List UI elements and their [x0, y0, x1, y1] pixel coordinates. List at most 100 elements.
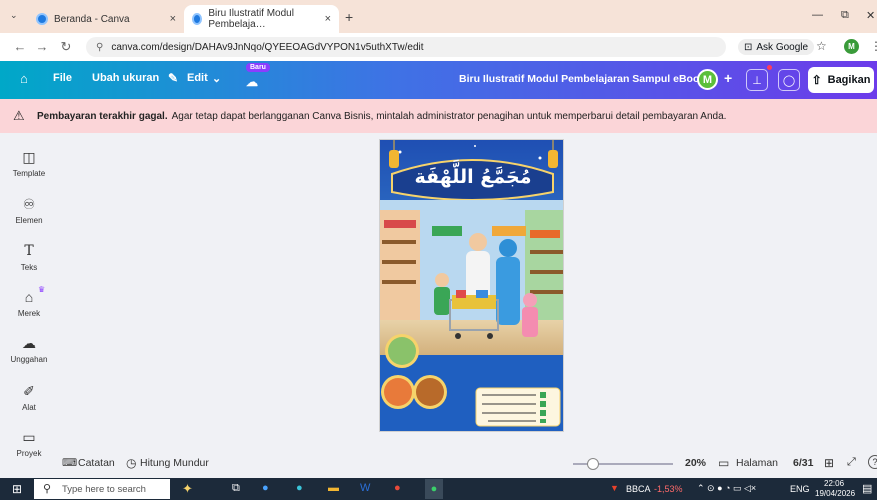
notification-dot [767, 65, 772, 70]
clock-date[interactable]: 19/04/2026 [815, 489, 855, 498]
word-icon[interactable]: W [360, 482, 370, 494]
notification-center-icon[interactable]: ▤ [862, 482, 872, 495]
stock-change: -1,53% [654, 484, 683, 494]
notes-button[interactable]: Catatan [78, 457, 115, 469]
template-icon: ◫ [22, 149, 36, 165]
file-menu[interactable]: File [53, 72, 72, 84]
new-tab-button[interactable]: + [345, 9, 353, 25]
chrome-icon[interactable]: ● [394, 482, 401, 494]
sparkle-icon[interactable]: ✦ [182, 481, 193, 497]
taskbar-search-placeholder: Type here to search [62, 483, 146, 495]
pages-button[interactable]: Halaman [736, 457, 778, 469]
sidebar-item-proyek[interactable]: ▭ Proyek [0, 427, 58, 458]
reload-icon[interactable]: ↻ [56, 39, 76, 55]
sidebar-item-label: Alat [22, 403, 36, 412]
system-tray-icons[interactable]: ⌃ ⊙ ● ◔ ▭ ◁× [697, 483, 756, 494]
zoom-level[interactable]: 20% [685, 457, 706, 469]
language-indicator[interactable]: ENG [790, 484, 810, 494]
resize-button[interactable]: Ubah ukuran [92, 72, 159, 84]
app-icon[interactable]: ● [262, 482, 269, 494]
left-sidebar: ◫ Template ♾ Elemen T Teks ⌂ ♛ Merek ☁ U… [0, 133, 58, 470]
edit-pencil-icon: ✎ [168, 71, 179, 85]
edit-menu[interactable]: Edit [187, 72, 208, 84]
edge-icon[interactable]: ● [296, 482, 303, 494]
share-icon: ⇧ [811, 73, 822, 87]
restore-button[interactable]: ⧉ [841, 9, 849, 22]
back-icon[interactable]: ← [10, 39, 30, 54]
add-collaborator-icon[interactable]: + [724, 70, 732, 86]
task-view-icon[interactable]: ⧉ [232, 482, 240, 495]
sidebar-item-elemen[interactable]: ♾ Elemen [0, 194, 58, 225]
crown-icon: ♛ [38, 285, 46, 294]
grid-view-icon[interactable]: ⊞ [824, 456, 834, 470]
tab-title: Biru Ilustratif Modul Pembelaja… [208, 8, 294, 30]
minimize-button[interactable]: — [812, 9, 823, 21]
search-icon: ⚲ [43, 483, 52, 495]
tab-search-icon[interactable]: ⌄ [10, 10, 18, 21]
close-window-button[interactable]: ✕ [866, 9, 875, 22]
canva-favicon-icon [36, 13, 48, 25]
sidebar-item-unggahan[interactable]: ☁ Unggahan [0, 333, 58, 364]
taskbar-search[interactable]: ⚲ Type here to search [34, 479, 170, 499]
close-tab-icon[interactable]: × [325, 13, 331, 25]
tab-beranda[interactable]: Beranda - Canva × [28, 5, 184, 33]
folder-icon: ▭ [22, 429, 36, 445]
profile-avatar[interactable]: M [844, 39, 859, 54]
poster-title: مُجَمَّعُ اللَّهْفَة [414, 166, 532, 188]
stock-down-icon: ▼ [610, 483, 619, 493]
pages-icon: ▭ [718, 456, 730, 470]
sidebar-item-label: Teks [20, 263, 38, 272]
sidebar-item-label: Merek [17, 309, 41, 318]
cloud-sync-icon[interactable]: ☁ [246, 75, 258, 89]
windows-start-icon[interactable]: ⊞ [12, 482, 22, 496]
url-field[interactable]: ⚲ canva.com/design/DAHAv9JnNqo/QYEEOAGdV… [86, 37, 726, 57]
share-label: Bagikan [827, 74, 871, 86]
analytics-icon[interactable]: ⊥ [746, 69, 768, 91]
ask-google-button[interactable]: ⊡ Ask Google [738, 39, 815, 55]
banner-bold-text: Pembayaran terakhir gagal. [37, 110, 168, 122]
address-bar: ← → ↻ ⚲ canva.com/design/DAHAv9JnNqo/QYE… [0, 33, 877, 61]
lens-icon: ⊡ [744, 41, 753, 53]
comments-icon[interactable]: ◯ [778, 69, 800, 91]
sidebar-item-alat[interactable]: ✐ Alat [0, 381, 58, 412]
site-info-icon[interactable]: ⚲ [96, 42, 103, 53]
editor-status-bar: ⌨ Catatan ◷ Hitung Mundur 20% ▭ Halaman … [58, 453, 877, 473]
payment-warning-banner: ⚠ Pembayaran terakhir gagal. Agar tetap … [0, 99, 877, 133]
share-button[interactable]: ⇧ Bagikan [808, 67, 874, 93]
timer-button[interactable]: Hitung Mundur [140, 457, 209, 469]
clock-time[interactable]: 22:06 [824, 479, 844, 488]
canva-favicon-icon [192, 13, 203, 25]
new-badge: Baru [246, 63, 270, 72]
bookmark-star-icon[interactable]: ☆ [816, 39, 827, 53]
sidebar-item-merek[interactable]: ⌂ ♛ Merek [0, 285, 58, 318]
home-icon[interactable]: ⌂ [20, 71, 28, 86]
elements-icon: ♾ [22, 196, 36, 212]
notes-icon: ⌨ [62, 457, 78, 469]
browser-menu-icon[interactable]: ⋮ [870, 39, 877, 53]
sidebar-item-label: Proyek [16, 449, 42, 458]
tab-title: Beranda - Canva [54, 13, 130, 25]
document-title[interactable]: Biru Ilustratif Modul Pembelajaran Sampu… [459, 73, 705, 85]
close-tab-icon[interactable]: × [170, 13, 176, 25]
url-text: canva.com/design/DAHAv9JnNqo/QYEEOAGdVYP… [111, 41, 424, 53]
file-explorer-icon[interactable]: ▬ [328, 482, 339, 494]
forward-icon[interactable]: → [32, 39, 52, 54]
sidebar-item-label: Template [12, 169, 46, 178]
tab-design[interactable]: Biru Ilustratif Modul Pembelaja… × [184, 5, 339, 33]
windows-taskbar: ⊞ ⚲ Type here to search ✦ ⧉ ● ● ▬ W ● ● … [0, 478, 877, 500]
collaborator-avatar[interactable]: M [697, 69, 718, 90]
zoom-slider-handle[interactable] [587, 458, 599, 470]
stock-ticker[interactable]: BBCA [626, 484, 651, 494]
design-page-canvas[interactable]: مُجَمَّعُ اللَّهْفَة [379, 139, 564, 432]
help-icon[interactable]: ? [868, 455, 877, 469]
banner-message: Agar tetap dapat berlangganan Canva Bisn… [171, 110, 727, 122]
warning-icon: ⚠ [13, 108, 25, 123]
chrome-active-icon[interactable]: ● [425, 479, 443, 499]
sidebar-item-label: Elemen [15, 216, 43, 225]
chevron-down-icon: ⌄ [212, 73, 222, 85]
draw-tool-icon: ✐ [23, 383, 35, 399]
ask-google-label: Ask Google [756, 41, 809, 53]
sidebar-item-template[interactable]: ◫ Template [0, 147, 58, 178]
fullscreen-icon[interactable]: ⤢ [847, 456, 856, 469]
sidebar-item-teks[interactable]: T Teks [0, 241, 58, 272]
